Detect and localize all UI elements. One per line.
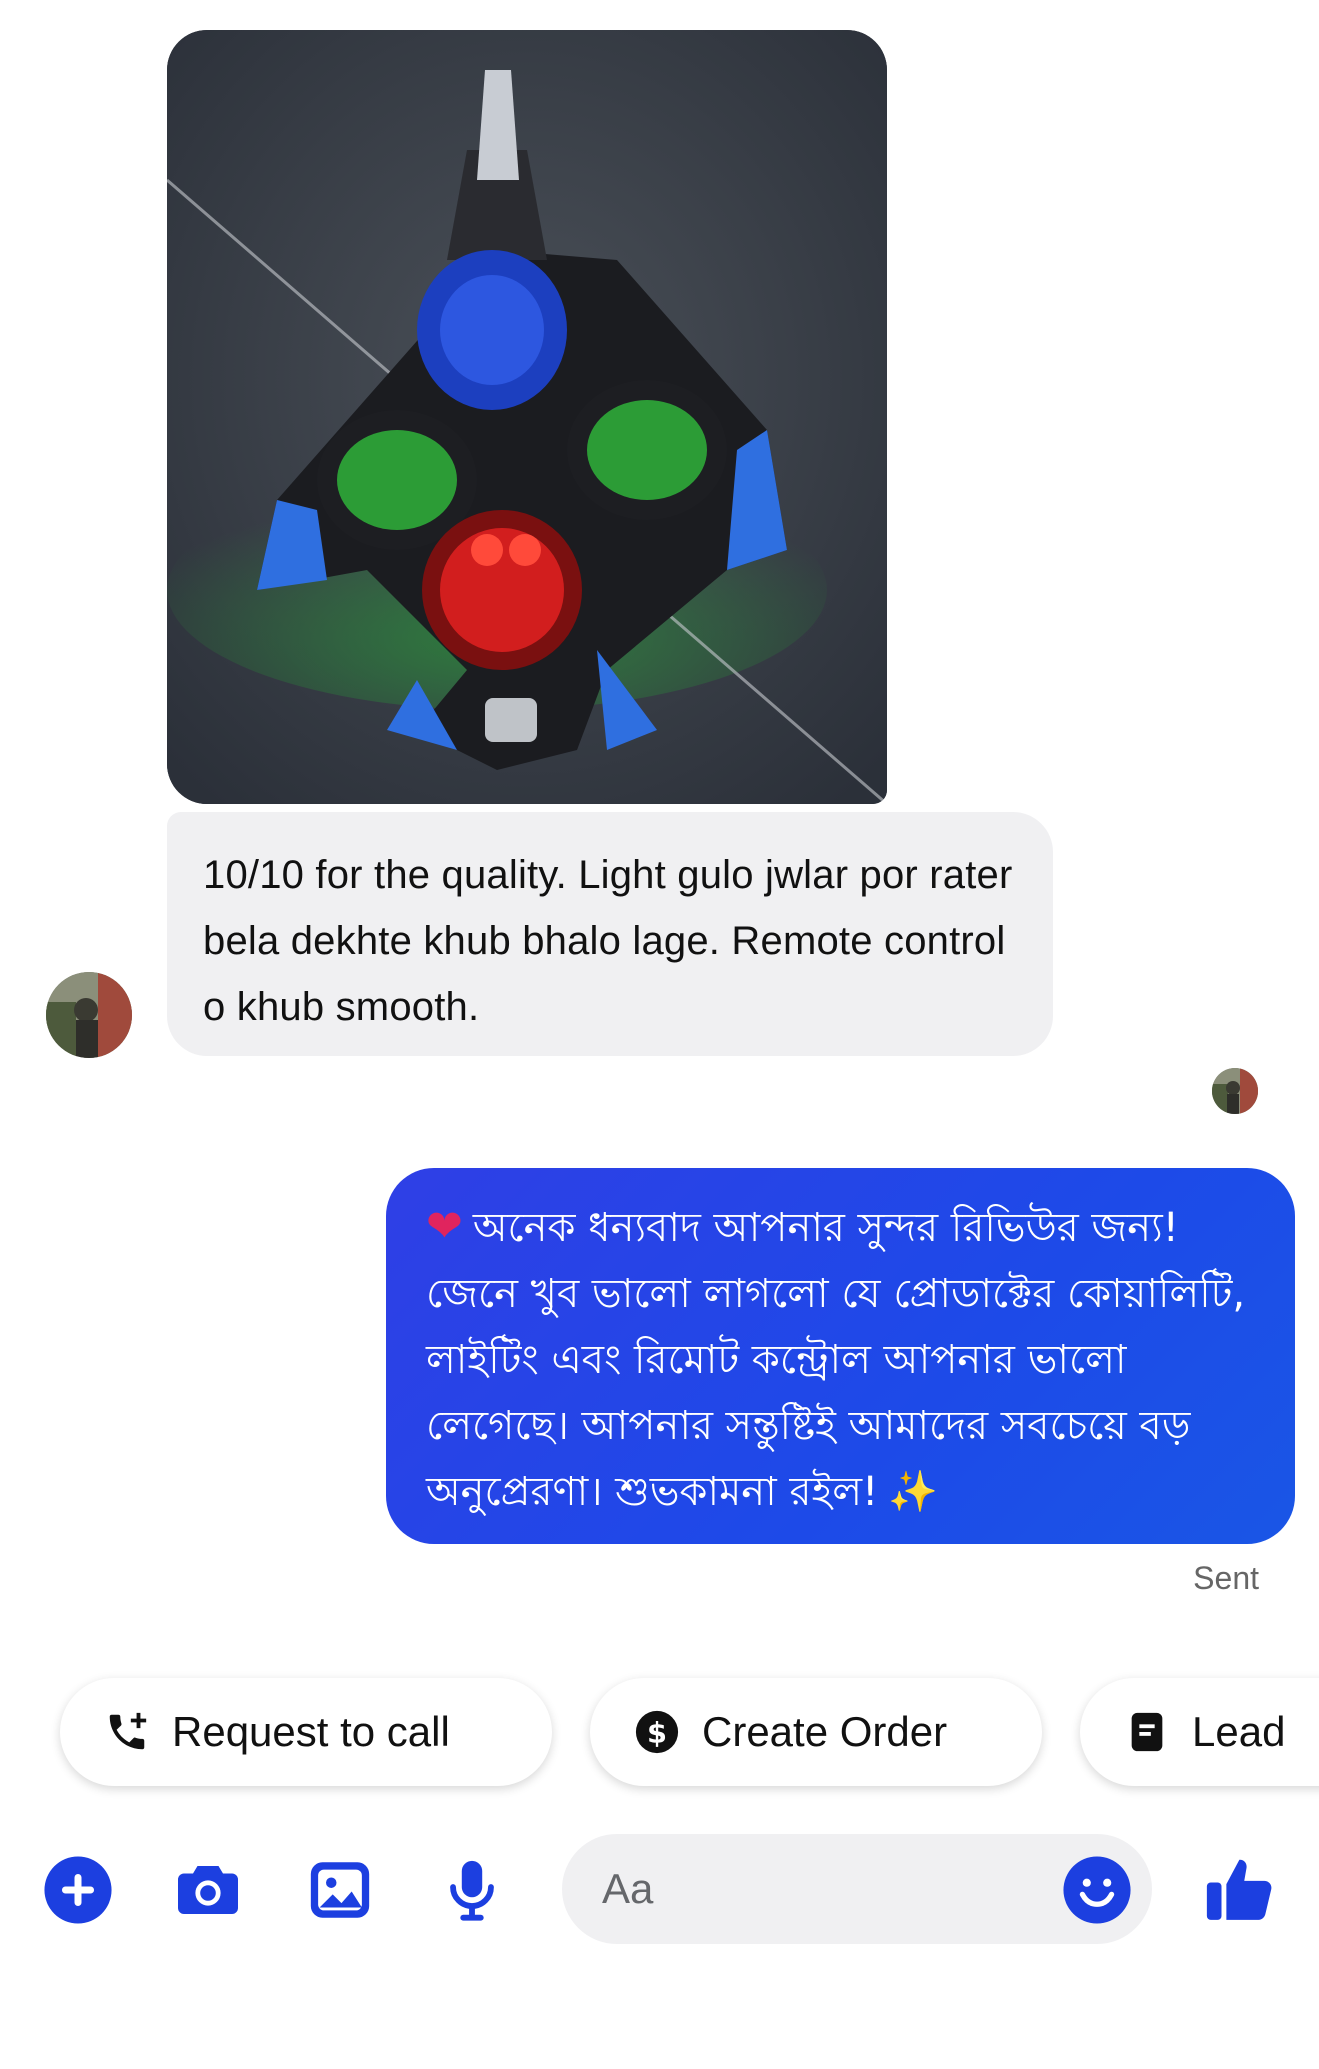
dollar-circle-icon: $: [635, 1710, 679, 1754]
emoji-button[interactable]: [1062, 1855, 1132, 1925]
lead-button[interactable]: Lead: [1080, 1678, 1319, 1786]
message-input-placeholder: Aa: [602, 1865, 654, 1912]
sent-status: Sent: [1193, 1560, 1259, 1596]
plus-icon: [44, 1856, 112, 1924]
drone-jet-image: [167, 30, 887, 804]
svg-text:$: $: [647, 1716, 667, 1750]
gallery-button[interactable]: [302, 1852, 378, 1928]
avatar-image: [46, 972, 132, 1058]
phone-plus-icon: [109, 1712, 147, 1750]
sent-message-text: অনেক ধন্যবাদ আপনার সুন্দর রিভিউর জন্য! জ…: [426, 1205, 1246, 1515]
add-button[interactable]: [40, 1852, 116, 1928]
sent-message-content: ❤ অনেক ধন্যবাদ আপনার সুন্দর রিভিউর জন্য! …: [426, 1194, 1255, 1525]
read-receipt-image: [1212, 1068, 1258, 1114]
request-to-call-label: Request to call: [172, 1708, 450, 1755]
microphone-icon: [450, 1860, 494, 1921]
create-order-button[interactable]: $ Create Order: [590, 1678, 1042, 1786]
microphone-button[interactable]: [434, 1852, 510, 1928]
document-icon: [1131, 1712, 1163, 1752]
gallery-icon: [310, 1862, 370, 1918]
received-message-text: 10/10 for the quality. Light gulo jwlar …: [203, 853, 1013, 1029]
received-photo[interactable]: [167, 30, 887, 804]
like-button[interactable]: [1198, 1846, 1284, 1932]
smiley-icon: [1063, 1856, 1131, 1924]
read-receipt-avatar: [1212, 1068, 1258, 1114]
camera-button[interactable]: [170, 1852, 246, 1928]
heart-icon: ❤: [426, 1201, 463, 1252]
camera-icon: [178, 1866, 238, 1914]
received-message-bubble[interactable]: 10/10 for the quality. Light gulo jwlar …: [167, 812, 1053, 1056]
sent-message-bubble[interactable]: ❤ অনেক ধন্যবাদ আপনার সুন্দর রিভিউর জন্য! …: [386, 1168, 1295, 1544]
sender-avatar[interactable]: [46, 972, 132, 1058]
thumbs-up-icon: [1206, 1859, 1272, 1920]
sparkles-icon: ✨: [888, 1469, 938, 1515]
create-order-label: Create Order: [702, 1708, 948, 1755]
request-to-call-button[interactable]: Request to call: [60, 1678, 552, 1786]
lead-label: Lead: [1192, 1708, 1286, 1755]
